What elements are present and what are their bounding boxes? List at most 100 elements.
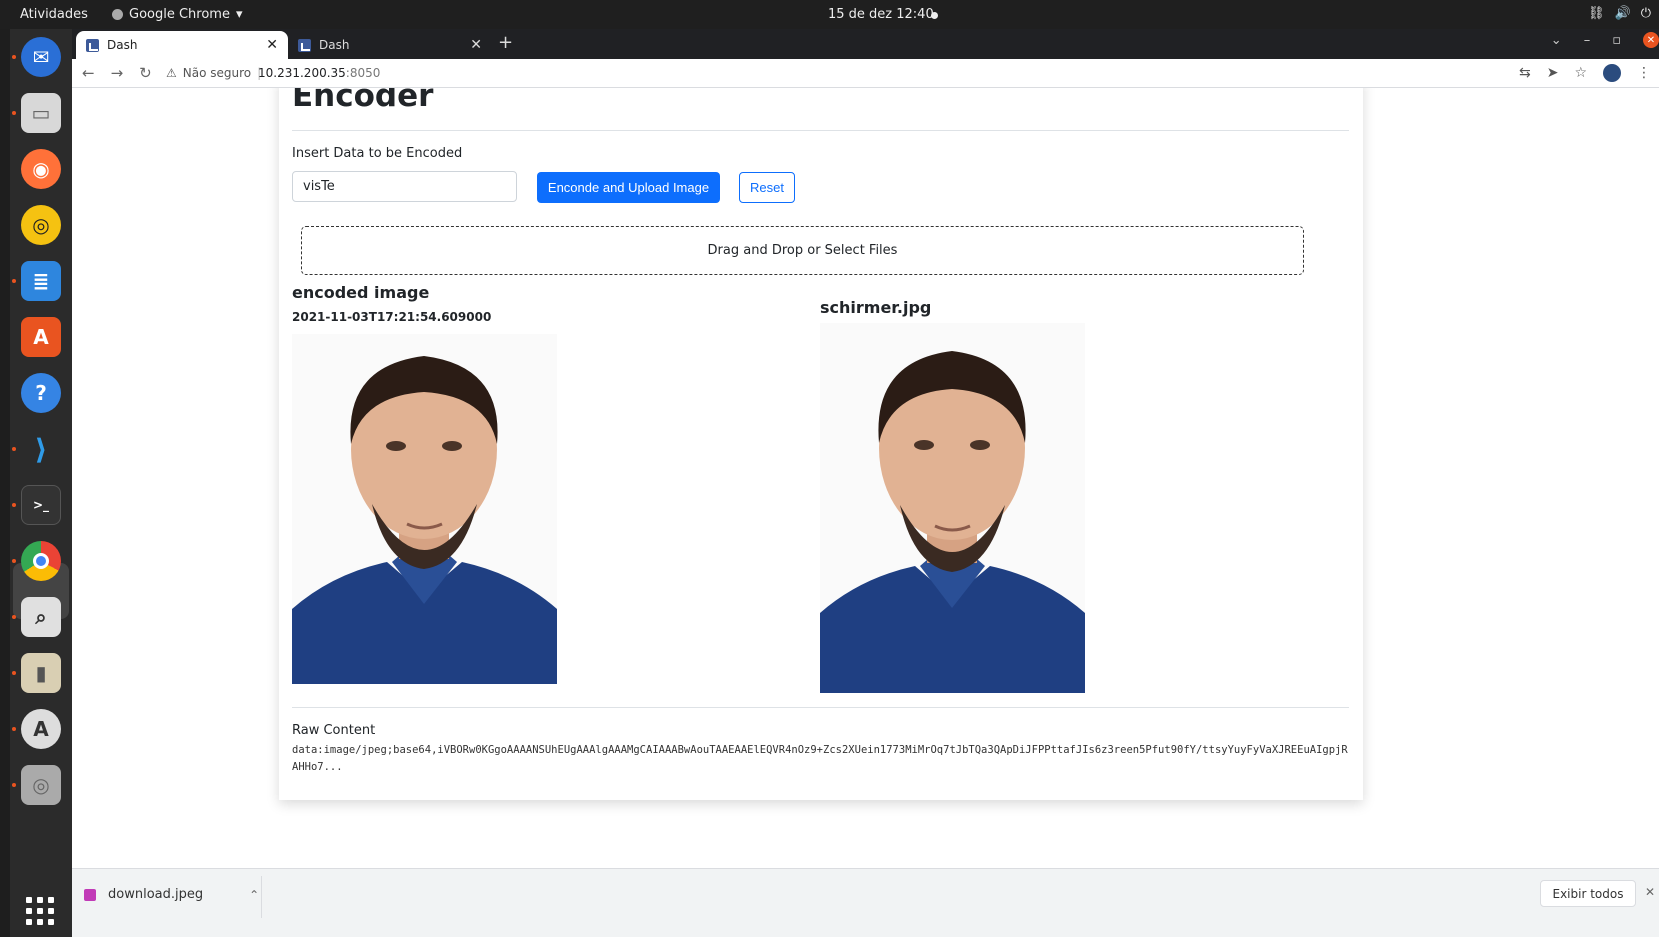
encode-upload-button[interactable]: Enconde and Upload Image (537, 172, 720, 203)
original-file-heading: schirmer.jpg (820, 298, 932, 317)
encoded-timestamp: 2021-11-03T17:21:54.609000 (292, 310, 492, 324)
activities-button[interactable]: Atividades (20, 7, 88, 22)
system-tray[interactable]: ⛓ 🔊 ⏻ (1588, 6, 1651, 21)
data-input[interactable] (292, 171, 517, 202)
url-port: :8050 (345, 66, 381, 80)
nav-buttons: ← → ↻ (82, 64, 152, 82)
tab-dash-active[interactable]: Dash ✕ (76, 31, 288, 59)
running-indicator (12, 615, 16, 619)
window-controls: ⌄ – ▫ ✕ (1551, 32, 1659, 48)
archive-icon[interactable]: ▮ (21, 653, 61, 693)
forward-icon[interactable]: → (111, 64, 124, 82)
notification-dot-icon (931, 12, 938, 19)
dropzone-text: Drag and Drop or Select Files (707, 243, 898, 258)
power-icon: ⏻ (1640, 6, 1651, 21)
security-indicator[interactable]: ⚠ Não seguro | (166, 66, 261, 80)
translate-icon[interactable]: ⇆ (1519, 65, 1531, 81)
download-bar: download.jpeg ⌃ Exibir todos ✕ (72, 868, 1659, 937)
running-indicator (12, 783, 16, 787)
running-indicator (12, 727, 16, 731)
rhythmbox-icon[interactable]: ◎ (21, 205, 61, 245)
encoder-card: Encoder Insert Data to be Encoded Encond… (279, 88, 1363, 800)
show-all-downloads-button[interactable]: Exibir todos (1540, 880, 1636, 907)
software-center-icon[interactable]: A (21, 317, 61, 357)
caret-down-icon: ▾ (235, 7, 243, 22)
desktop: Atividades Google Chrome ▾ 15 de dez 12:… (0, 0, 1659, 937)
page-viewport: Encoder Insert Data to be Encoded Encond… (72, 88, 1659, 868)
network-icon: ⛓ (1588, 6, 1605, 21)
url-host: 10.231.200.35 (258, 66, 346, 80)
encoded-image (292, 334, 557, 684)
dash-favicon-icon (298, 38, 311, 52)
disc-icon[interactable]: ◎ (21, 765, 61, 805)
original-image (820, 323, 1085, 693)
close-tab-icon[interactable]: ✕ (266, 37, 278, 53)
reset-button[interactable]: Reset (739, 172, 795, 203)
toolbar-right: ⇆ ➤ ☆ ⋮ (1519, 64, 1651, 82)
input-label: Insert Data to be Encoded (292, 146, 463, 161)
running-indicator (12, 111, 16, 115)
maximize-icon[interactable]: ▫ (1612, 33, 1621, 48)
close-tab-icon[interactable]: ✕ (470, 37, 482, 53)
download-separator (261, 876, 262, 918)
image-file-icon (84, 888, 96, 901)
security-label: Não seguro (182, 66, 252, 80)
more-menu-icon[interactable]: ⋮ (1637, 65, 1651, 81)
show-apps-icon[interactable] (26, 897, 54, 925)
portrait-image (820, 323, 1085, 693)
browser-toolbar: ← → ↻ ⚠ Não seguro | 10.231.200.35:8050 … (72, 59, 1659, 88)
bookmark-star-icon[interactable]: ☆ (1574, 65, 1587, 81)
profile-avatar[interactable] (1603, 64, 1621, 82)
running-indicator (12, 279, 16, 283)
address-bar[interactable]: 10.231.200.35:8050 (258, 66, 380, 80)
terminal-icon[interactable]: >_ (21, 485, 61, 525)
running-indicator (12, 503, 16, 507)
running-indicator (12, 671, 16, 675)
system-top-bar: Atividades Google Chrome ▾ 15 de dez 12:… (0, 0, 1659, 29)
download-item[interactable]: download.jpeg ⌃ (84, 887, 259, 902)
tab-title: Dash (107, 38, 138, 52)
chrome-icon[interactable] (21, 541, 61, 581)
file-dropzone[interactable]: Drag and Drop or Select Files (301, 226, 1304, 275)
tab-title: Dash (319, 38, 350, 52)
warning-icon: ⚠ (166, 66, 177, 80)
raw-content-label: Raw Content (292, 723, 376, 738)
reload-icon[interactable]: ↻ (139, 64, 152, 82)
portrait-image (292, 334, 557, 684)
running-indicator (12, 559, 16, 563)
running-indicator (12, 447, 16, 451)
running-indicator (12, 55, 16, 59)
help-icon[interactable]: ? (21, 373, 61, 413)
app-menu[interactable]: Google Chrome ▾ (112, 7, 243, 22)
tab-strip: Dash ✕ Dash ✕ + ⌄ – ▫ ✕ (72, 29, 1659, 59)
new-tab-icon[interactable]: + (498, 32, 513, 53)
raw-content-text: data:image/jpeg;base64,iVBORw0KGgoAAAANS… (292, 744, 1348, 773)
search-icon[interactable]: ⌕ (21, 597, 61, 637)
firefox-icon[interactable]: ◉ (21, 149, 61, 189)
clock[interactable]: 15 de dez 12:40 (828, 7, 934, 22)
files-icon[interactable]: ▭ (21, 93, 61, 133)
chrome-small-icon (112, 9, 123, 20)
page-title: Encoder (292, 88, 434, 114)
update-icon[interactable]: A (21, 709, 61, 749)
dock: ✉ ▭ ◉ ◎ ≣ A ? ⟩ >_ ⌕ ▮ A ◎ (10, 29, 72, 937)
window-close-icon[interactable]: ✕ (1643, 32, 1659, 48)
browser-window: Dash ✕ Dash ✕ + ⌄ – ▫ ✕ ← → ↻ ⚠ Não segu… (72, 29, 1659, 937)
tab-search-icon[interactable]: ⌄ (1551, 33, 1562, 48)
divider (292, 130, 1349, 131)
minimize-icon[interactable]: – (1584, 33, 1591, 48)
dash-favicon-icon (86, 38, 99, 52)
divider (292, 707, 1349, 708)
send-icon[interactable]: ➤ (1547, 65, 1559, 81)
chevron-up-icon[interactable]: ⌃ (249, 888, 259, 902)
writer-icon[interactable]: ≣ (21, 261, 61, 301)
thunderbird-icon[interactable]: ✉ (21, 37, 61, 77)
close-download-bar-icon[interactable]: ✕ (1645, 885, 1655, 899)
download-filename: download.jpeg (108, 887, 204, 902)
back-icon[interactable]: ← (82, 64, 95, 82)
app-menu-label: Google Chrome (129, 7, 230, 22)
vscode-icon[interactable]: ⟩ (21, 429, 61, 469)
tab-dash-inactive[interactable]: Dash ✕ (288, 31, 492, 59)
volume-icon: 🔊 (1614, 6, 1631, 21)
encoded-image-heading: encoded image (292, 283, 430, 302)
